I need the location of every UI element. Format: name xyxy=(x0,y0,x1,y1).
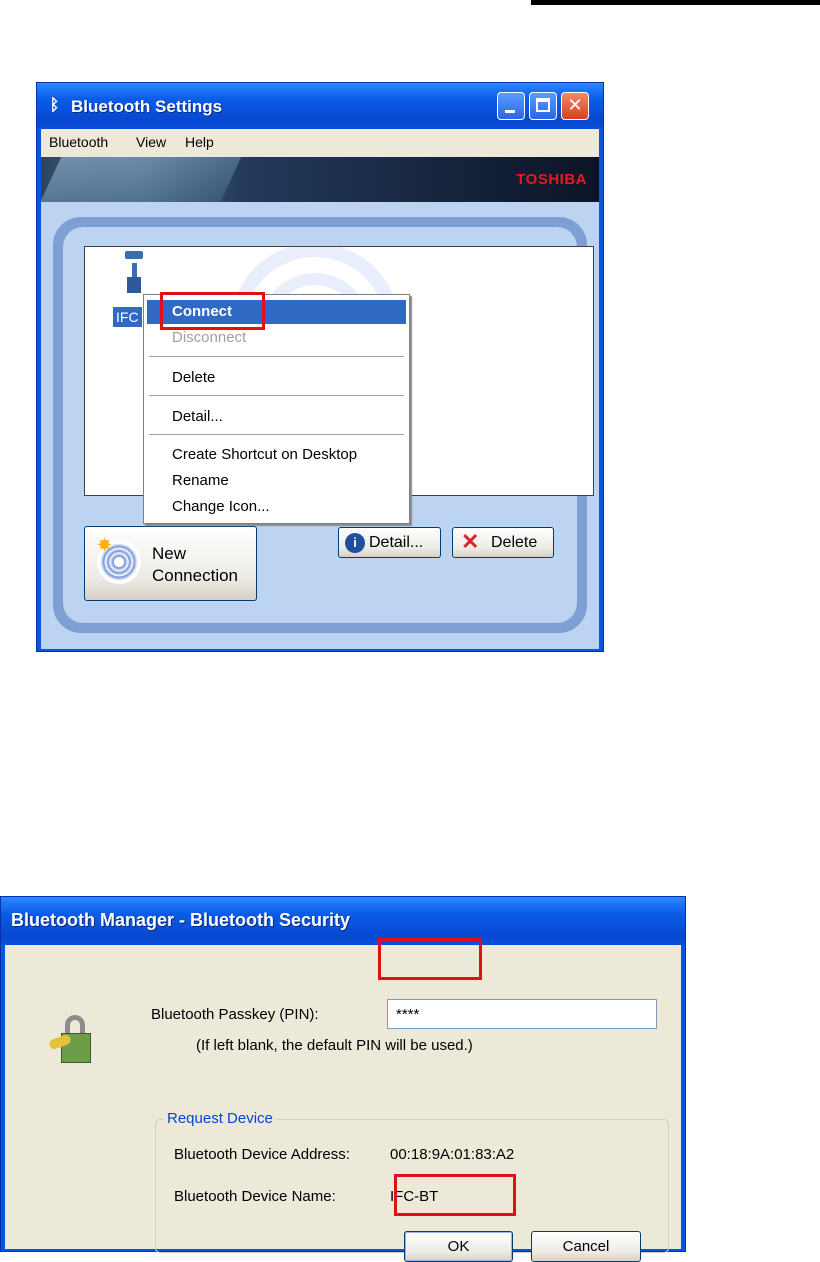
window-title: Bluetooth Settings xyxy=(71,97,223,116)
delete-x-icon: ✕ xyxy=(461,529,480,554)
menu-help[interactable]: Help xyxy=(185,134,214,150)
request-device-legend: Request Device xyxy=(163,1110,277,1127)
pin-label: Bluetooth Passkey (PIN): xyxy=(151,1006,319,1023)
device-name-label: Bluetooth Device Name: xyxy=(174,1188,336,1205)
address-label: Bluetooth Device Address: xyxy=(174,1146,350,1163)
maximize-button[interactable] xyxy=(529,92,557,120)
ok-button[interactable]: OK xyxy=(404,1231,513,1262)
pin-hint: (If left blank, the default PIN will be … xyxy=(196,1037,473,1054)
highlight-box-ok xyxy=(394,1174,516,1216)
menu-bluetooth[interactable]: Bluetooth xyxy=(49,134,108,150)
dialog-body: Bluetooth Passkey (PIN): (If left blank,… xyxy=(5,945,681,1262)
close-button[interactable]: ✕ xyxy=(561,92,589,120)
menu-item-detail[interactable]: Detail... xyxy=(147,405,406,429)
minimize-button[interactable] xyxy=(497,92,525,120)
serial-device-icon[interactable] xyxy=(125,251,143,297)
info-icon: i xyxy=(345,533,365,553)
new-star-icon: ✸ xyxy=(97,535,113,555)
close-icon: ✕ xyxy=(567,95,583,116)
cancel-button[interactable]: Cancel xyxy=(531,1231,641,1262)
laptop-graphic xyxy=(41,157,245,202)
title-bar[interactable]: ᛒ Bluetooth Settings ✕ xyxy=(37,83,603,129)
delete-button[interactable]: ✕ Delete xyxy=(452,527,554,558)
top-border-line xyxy=(531,0,820,5)
detail-button[interactable]: i Detail... xyxy=(338,527,441,558)
dialog-title: Bluetooth Manager - Bluetooth Security xyxy=(11,910,351,930)
menu-item-delete[interactable]: Delete xyxy=(147,366,406,390)
device-label[interactable]: IFC xyxy=(113,307,142,327)
security-lock-icon xyxy=(47,1015,93,1065)
address-value: 00:18:9A:01:83:A2 xyxy=(390,1146,515,1163)
menu-item-create-shortcut[interactable]: Create Shortcut on Desktop xyxy=(147,443,406,467)
menu-separator xyxy=(149,395,404,396)
new-connection-button[interactable]: ✸ New Connection xyxy=(84,526,257,601)
menu-item-change-icon[interactable]: Change Icon... xyxy=(147,495,406,519)
dialog-title-bar[interactable]: Bluetooth Manager - Bluetooth Security xyxy=(1,897,685,945)
new-connection-label: New Connection xyxy=(152,544,239,585)
menu-bar: Bluetooth View Help xyxy=(41,129,599,157)
maximize-icon xyxy=(536,98,550,112)
menu-separator xyxy=(149,434,404,435)
pin-input[interactable] xyxy=(387,999,657,1029)
menu-view[interactable]: View xyxy=(136,134,166,150)
bluetooth-icon: ᛒ xyxy=(49,95,60,114)
highlight-box-pin xyxy=(378,938,482,980)
menu-separator xyxy=(149,356,404,357)
menu-item-rename[interactable]: Rename xyxy=(147,469,406,493)
highlight-box-connect xyxy=(160,292,265,330)
brand-banner: TOSHIBA xyxy=(41,157,599,202)
bluetooth-security-dialog: Bluetooth Manager - Bluetooth Security B… xyxy=(0,896,686,1262)
brand-logo: TOSHIBA xyxy=(516,171,587,188)
minimize-icon xyxy=(505,110,515,113)
